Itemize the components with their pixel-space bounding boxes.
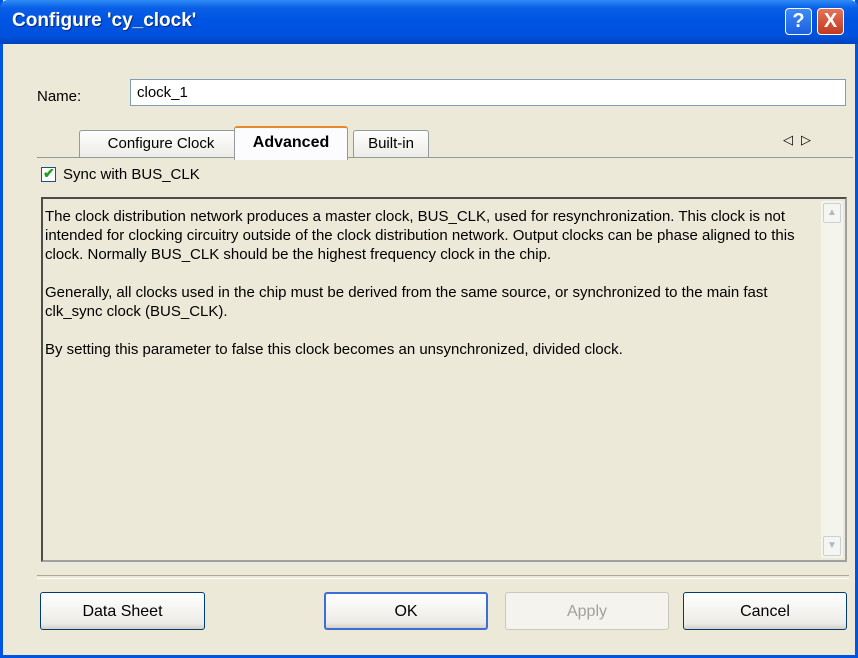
dialog-title: Configure 'cy_clock' bbox=[12, 10, 197, 31]
sync-label[interactable]: Sync with BUS_CLK bbox=[63, 166, 200, 183]
apply-button[interactable]: Apply bbox=[505, 592, 669, 630]
name-input[interactable] bbox=[130, 79, 846, 106]
help-icon: ? bbox=[792, 10, 805, 32]
tab-scroll-right-icon[interactable]: ▷ bbox=[801, 132, 811, 148]
sync-checkbox[interactable]: ✔ bbox=[41, 165, 56, 182]
description-paragraph: Generally, all clocks used in the chip m… bbox=[45, 284, 768, 320]
data-sheet-button[interactable]: Data Sheet bbox=[40, 592, 205, 630]
button-divider bbox=[37, 575, 849, 579]
scroll-up-icon[interactable]: ▲ bbox=[823, 203, 841, 223]
cancel-button[interactable]: Cancel bbox=[683, 592, 847, 630]
tab-built-in[interactable]: Built-in bbox=[353, 130, 429, 158]
check-icon: ✔ bbox=[43, 165, 55, 181]
name-label: Name: bbox=[37, 88, 82, 105]
description-text: The clock distribution network produces … bbox=[45, 207, 815, 378]
close-icon: X bbox=[823, 10, 838, 32]
description-paragraph: The clock distribution network produces … bbox=[45, 208, 795, 263]
configure-dialog: Configure 'cy_clock' ? X Name: Configure… bbox=[0, 0, 858, 658]
description-paragraph: By setting this parameter to false this … bbox=[45, 341, 623, 358]
tab-divider bbox=[37, 157, 853, 158]
tab-advanced[interactable]: Advanced bbox=[234, 126, 348, 160]
scroll-down-icon[interactable]: ▼ bbox=[823, 536, 841, 556]
tab-configure-clock[interactable]: Configure Clock bbox=[79, 130, 243, 158]
help-button[interactable]: ? bbox=[785, 8, 812, 35]
vertical-scrollbar[interactable]: ▲ ▼ bbox=[821, 201, 843, 558]
description-box[interactable]: The clock distribution network produces … bbox=[41, 197, 847, 562]
tab-scroll-left-icon[interactable]: ◁ bbox=[783, 132, 793, 148]
ok-button[interactable]: OK bbox=[324, 592, 488, 630]
close-button[interactable]: X bbox=[817, 8, 844, 35]
title-bar[interactable]: Configure 'cy_clock' ? X bbox=[0, 0, 858, 44]
tab-strip: Configure Clock Advanced Built-in ◁ ▷ bbox=[37, 124, 853, 160]
